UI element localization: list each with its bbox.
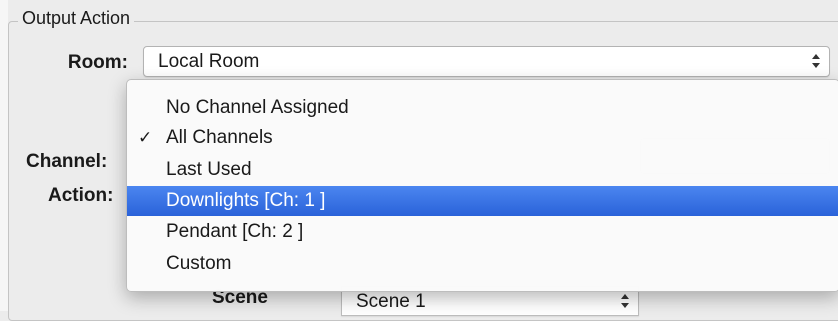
chevron-updown-icon — [811, 52, 821, 70]
menu-item-no-channel-assigned[interactable]: No Channel Assigned — [127, 93, 838, 123]
menu-item-label: No Channel Assigned — [166, 97, 349, 118]
window-edge — [0, 0, 8, 311]
menu-item-label: Custom — [166, 253, 232, 274]
chevron-updown-icon — [620, 292, 630, 310]
menu-item-label: Last Used — [166, 159, 252, 180]
menu-item-pendant[interactable]: Pendant [Ch: 2 ] — [127, 217, 838, 247]
menu-item-label: All Channels — [166, 127, 273, 148]
channel-label: Channel: — [26, 151, 108, 172]
menu-item-label: Pendant [Ch: 2 ] — [166, 221, 304, 242]
menu-item-label: Downlights [Ch: 1 ] — [166, 190, 326, 211]
channel-dropdown-menu: No Channel Assigned ✓ All Channels Last … — [126, 79, 838, 292]
checkmark-icon: ✓ — [138, 128, 153, 147]
menu-item-last-used[interactable]: Last Used — [127, 155, 838, 185]
scene-select-value: Scene 1 — [356, 291, 426, 312]
menu-item-custom[interactable]: Custom — [127, 249, 838, 279]
room-label: Room: — [67, 52, 128, 73]
group-title: Output Action — [18, 7, 135, 29]
room-select-value: Local Room — [158, 51, 260, 72]
menu-item-downlights[interactable]: Downlights [Ch: 1 ] — [127, 186, 838, 216]
room-select[interactable]: Local Room — [143, 46, 830, 77]
menu-item-all-channels[interactable]: ✓ All Channels — [127, 123, 838, 153]
